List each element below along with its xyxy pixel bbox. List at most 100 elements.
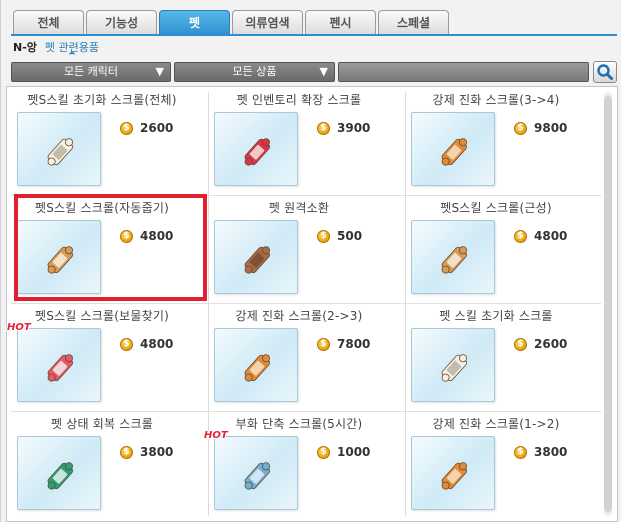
tab-clothing-dye[interactable]: 의류염색	[232, 10, 303, 35]
hot-badge: HOT	[7, 322, 31, 333]
product-filter-dropdown[interactable]: 모든 상품 ▼	[174, 62, 335, 82]
search-icon	[597, 64, 613, 80]
hot-badge: HOT	[204, 430, 228, 441]
price-value: 4800	[140, 337, 174, 351]
item-card[interactable]: 펫 상태 회복 스크롤 $3800	[7, 412, 203, 520]
item-name: 펫S스킬 스크롤(보물찾기)	[35, 309, 169, 323]
item-name: 강제 진화 스크롤(1->2)	[432, 417, 560, 431]
price-value: 9800	[534, 121, 568, 135]
item-name: 펫S스킬 초기화 스크롤(전체)	[27, 93, 177, 107]
item-thumbnail[interactable]	[214, 328, 298, 402]
item-thumbnail[interactable]	[17, 112, 101, 186]
item-thumbnail[interactable]	[411, 220, 495, 294]
chevron-down-icon: ▼	[155, 65, 164, 78]
item-name: 펫S스킬 스크롤(자동줍기)	[35, 201, 169, 215]
item-name: 부화 단축 스크롤(5시간)	[235, 417, 363, 431]
scroll-icon	[47, 246, 73, 274]
scroll-icon	[244, 246, 270, 274]
price-value: 2600	[140, 121, 174, 135]
coin-icon: $	[120, 337, 133, 351]
price-value: 4800	[534, 229, 568, 243]
coin-icon: $	[317, 121, 330, 135]
category-tabs: 전체 기능성 펫 의류염색 펜시 스페셜	[13, 10, 451, 36]
item-card[interactable]: 강제 진화 스크롤(2->3) $7800	[204, 304, 400, 412]
item-card[interactable]: 부화 단축 스크롤(5시간) $1000 HOT	[204, 412, 400, 520]
price-value: 1000	[337, 445, 371, 459]
item-name: 펫 인벤토리 확장 스크롤	[236, 93, 362, 107]
item-thumbnail[interactable]	[17, 328, 101, 402]
sub-navigation: N-앙 펫 관련용품	[13, 40, 99, 54]
price-value: 3800	[534, 445, 568, 459]
item-price: $4800	[514, 229, 567, 243]
item-name: 펫 원격소환	[268, 201, 330, 215]
item-thumbnail[interactable]	[214, 436, 298, 510]
item-name: 강제 진화 스크롤(3->4)	[432, 93, 560, 107]
tab-all[interactable]: 전체	[13, 10, 84, 35]
item-price: $2600	[514, 337, 567, 351]
scrollbar-thumb[interactable]	[604, 96, 612, 512]
search-input[interactable]	[338, 62, 589, 82]
coin-icon: $	[514, 229, 527, 243]
product-filter-value: 모든 상품	[232, 65, 277, 78]
server-label: N-앙	[13, 41, 37, 54]
character-filter-dropdown[interactable]: 모든 캐릭터 ▼	[11, 62, 171, 82]
item-price: $4800	[120, 337, 173, 351]
item-thumbnail[interactable]	[411, 112, 495, 186]
item-price: $2600	[120, 121, 173, 135]
item-price: $500	[317, 229, 362, 243]
scroll-icon	[244, 462, 270, 490]
tab-fancy[interactable]: 펜시	[305, 10, 376, 35]
tab-special[interactable]: 스페셜	[378, 10, 449, 35]
coin-icon: $	[317, 337, 330, 351]
tab-underline	[11, 34, 617, 36]
item-card[interactable]: 펫S스킬 스크롤(근성) $4800	[401, 196, 597, 304]
price-value: 500	[337, 229, 363, 243]
subcategory-pet-supplies[interactable]: 펫 관련용품	[45, 39, 99, 55]
item-name: 펫S스킬 스크롤(근성)	[440, 201, 552, 215]
item-price: $3800	[120, 445, 173, 459]
item-card[interactable]: 강제 진화 스크롤(3->4) $9800	[401, 88, 597, 196]
scroll-icon	[47, 138, 73, 166]
item-thumbnail[interactable]	[214, 112, 298, 186]
scroll-icon	[244, 138, 270, 166]
item-price: $3800	[514, 445, 567, 459]
search-button[interactable]	[593, 61, 617, 83]
coin-icon: $	[120, 445, 133, 459]
chevron-down-icon: ▼	[319, 65, 328, 78]
item-card[interactable]: 펫S스킬 초기화 스크롤(전체) $2600	[7, 88, 203, 196]
item-price: $1000	[317, 445, 370, 459]
scroll-icon	[441, 138, 467, 166]
tab-pet[interactable]: 펫	[159, 10, 230, 36]
item-card[interactable]: 펫S스킬 스크롤(자동줍기) $4800	[7, 196, 203, 304]
item-name: 펫 스킬 초기화 스크롤	[439, 309, 553, 323]
item-name: 강제 진화 스크롤(2->3)	[235, 309, 363, 323]
item-thumbnail[interactable]	[17, 220, 101, 294]
item-thumbnail[interactable]	[411, 436, 495, 510]
price-value: 3900	[337, 121, 371, 135]
item-name: 펫 상태 회복 스크롤	[51, 417, 153, 431]
tab-functional[interactable]: 기능성	[86, 10, 157, 35]
item-card[interactable]: 펫 원격소환 $500	[204, 196, 400, 304]
coin-icon: $	[120, 229, 133, 243]
character-filter-value: 모든 캐릭터	[63, 65, 119, 78]
coin-icon: $	[317, 445, 330, 459]
item-card[interactable]: 펫 스킬 초기화 스크롤 $2600	[401, 304, 597, 412]
item-price: $9800	[514, 121, 567, 135]
cash-shop-window: 전체 기능성 펫 의류염색 펜시 스페셜 N-앙 펫 관련용품 모든 캐릭터 ▼…	[0, 0, 621, 522]
coin-icon: $	[514, 445, 527, 459]
item-thumbnail[interactable]	[214, 220, 298, 294]
item-thumbnail[interactable]	[17, 436, 101, 510]
item-price: $7800	[317, 337, 370, 351]
item-thumbnail[interactable]	[411, 328, 495, 402]
scroll-icon	[47, 462, 73, 490]
scroll-icon	[441, 246, 467, 274]
active-subcategory-marker	[68, 52, 75, 55]
item-card[interactable]: 강제 진화 스크롤(1->2) $3800	[401, 412, 597, 520]
price-value: 3800	[140, 445, 174, 459]
price-value: 2600	[534, 337, 568, 351]
item-price: $4800	[120, 229, 173, 243]
item-price: $3900	[317, 121, 370, 135]
item-card[interactable]: 펫S스킬 스크롤(보물찾기) $4800 HOT	[7, 304, 203, 412]
coin-icon: $	[514, 337, 527, 351]
item-card[interactable]: 펫 인벤토리 확장 스크롤 $3900	[204, 88, 400, 196]
